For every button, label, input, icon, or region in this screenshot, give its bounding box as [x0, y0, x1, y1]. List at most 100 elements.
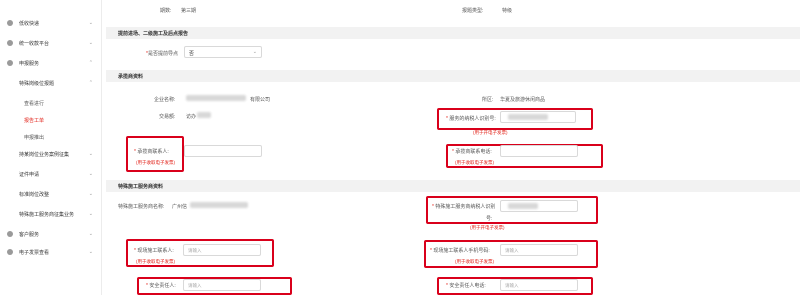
sidebar-item-label: 低收快递 [19, 21, 40, 27]
sidebar-item-customer[interactable]: 客户服务 ⌄ [0, 228, 102, 240]
chevron-down-icon: ⌄ [88, 151, 93, 157]
sidebar-item-view[interactable]: 查看进行 [0, 97, 102, 109]
chevron-down-icon: ⌄ [88, 171, 93, 177]
advance-select[interactable]: 否 ⌄ [184, 46, 262, 58]
vendor-taxid-hint: (用于开电子发票) [470, 225, 505, 230]
vendor-name-redacted [190, 202, 248, 208]
sidebar-item-label: 特殊岗级位报题 [19, 81, 55, 87]
section-header-vendor: 特殊施工服务商资料 [106, 180, 800, 192]
taxid-hint: (用于开电子发票) [473, 130, 508, 135]
period-value: 第三期 [181, 8, 197, 14]
chevron-up-icon: ⌃ [88, 80, 93, 86]
sidebar-item-vendor[interactable]: 特殊施工服务商征集业务 ⌄ [0, 208, 102, 220]
payment-icon [7, 40, 13, 46]
trade-label: 交易额: [159, 114, 176, 120]
trade-value: 访办 [186, 114, 197, 120]
taxid-redacted [508, 114, 548, 120]
section-title: 承揽商资料 [118, 74, 144, 80]
section-header-contractor: 承揽商资料 [106, 70, 800, 82]
section-title: 特殊施工服务商资料 [118, 184, 164, 190]
contact-label: * 承揽商联系人: [134, 149, 169, 155]
chevron-up-icon: ⌃ [88, 60, 93, 66]
site-contact-hint: (用于收取电子发票) [136, 259, 175, 264]
company-redacted [186, 95, 246, 101]
sidebar: 低收快递 ⌄ 统一收款平台 ⌄ 申报服务 ⌃ 特殊岗级位报题 ⌃ 查看进行 报告工单 申… [0, 0, 102, 295]
safety-input[interactable]: 请输入 [183, 279, 261, 291]
site-contact-label: * 现场施工联系人: [134, 248, 174, 254]
phone-hint: (用于收取电子发票) [455, 160, 494, 165]
chevron-down-icon: ⌄ [88, 191, 93, 197]
trade-redacted [197, 112, 211, 118]
safety-phone-label: * 安全责任人电话: [446, 283, 486, 289]
site-phone-label-text: 现场施工联系人手机号码: [433, 248, 490, 254]
vendor-taxid-redacted [508, 203, 538, 209]
section-title: 提前进场、二级施工及后点报告 [118, 31, 189, 37]
area-value: 华夏及旅游休闲商品 [500, 97, 546, 103]
sidebar-item-declare[interactable]: 申报服务 ⌃ [0, 57, 102, 69]
company-label: 企业名称: [154, 97, 176, 103]
chevron-down-icon: ⌄ [88, 231, 93, 237]
area-label: 所区: [482, 97, 494, 103]
sidebar-item-label: 持某岗位业务案例征集 [19, 152, 70, 158]
type-label: 报题类型: [462, 8, 484, 14]
advance-label-text: 是否提前导点 [147, 51, 178, 57]
site-contact-input[interactable]: 请输入 [183, 244, 261, 256]
contact-input[interactable] [184, 145, 262, 157]
sidebar-item-invoice[interactable]: 电子发票查看 ⌄ [0, 246, 102, 258]
vendor-name-value: 广州信 [172, 204, 188, 210]
section-header-advance: 提前进场、二级施工及后点报告 [106, 27, 800, 39]
safety-phone-input[interactable]: 请输入 [500, 279, 578, 291]
safety-label-text: 安全责任人: [149, 283, 176, 289]
site-phone-input[interactable]: 请输入 [500, 244, 578, 256]
safety-phone-label-text: 安全责任人电话: [449, 283, 486, 289]
customer-icon [7, 231, 13, 237]
express-icon [7, 20, 13, 26]
sidebar-item-exit[interactable]: 申报推出 [0, 131, 102, 143]
sidebar-item-label: 统一收款平台 [19, 41, 50, 47]
company-suffix: 有限公司 [250, 97, 271, 103]
chevron-down-icon: ⌄ [88, 20, 93, 26]
sidebar-item-special[interactable]: 特殊岗级位报题 ⌃ [0, 77, 102, 89]
sidebar-item-label: 申报服务 [19, 61, 40, 67]
site-phone-hint: (用于收取电子发票) [455, 259, 494, 264]
vendor-taxid-label-text: 特殊施工服务商纳税人识别 [435, 204, 496, 210]
taxid-label-text: 服务的纳税人识别号: [449, 116, 496, 122]
invoice-icon [7, 249, 13, 255]
sidebar-item-label: 申报推出 [24, 135, 45, 141]
contact-label-text: 承揽商联系人: [137, 149, 169, 155]
phone-label: * 承揽商联系电话: [452, 149, 492, 155]
safety-phone-placeholder: 请输入 [505, 283, 519, 288]
phone-input[interactable] [500, 145, 578, 157]
advance-label: *是否提前导点 [146, 50, 178, 57]
chevron-down-icon: ⌄ [252, 49, 257, 55]
chevron-down-icon: ⌄ [88, 249, 93, 255]
sidebar-item-collect[interactable]: 持某岗位业务案例征集 ⌄ [0, 148, 102, 160]
site-phone-label: * 现场施工联系人手机号码: [430, 248, 490, 254]
sidebar-item-report[interactable]: 报告工单 [0, 114, 102, 126]
vendor-name-label: 特殊施工服务商名称: [118, 204, 165, 210]
advance-select-value: 否 [189, 51, 195, 57]
chevron-down-icon: ⌄ [88, 211, 93, 217]
sidebar-item-cert[interactable]: 证件申请 ⌄ [0, 168, 102, 180]
vendor-taxid-label: * 特殊施工服务商纳税人识别 [432, 204, 496, 210]
type-value: 特级 [502, 8, 513, 14]
safety-label: * 安全责任人: [146, 283, 176, 289]
period-label: 期数: [160, 8, 172, 14]
sidebar-item-label: 标准岗位改整 [19, 192, 50, 198]
taxid-label: * 服务的纳税人识别号: [446, 116, 496, 122]
sidebar-item-label: 查看进行 [24, 101, 45, 107]
safety-placeholder: 请输入 [188, 283, 202, 288]
sidebar-item-label: 电子发票查看 [19, 250, 50, 256]
phone-label-text: 承揽商联系电话: [455, 149, 492, 155]
contact-hint: (用于收取电子发票) [136, 160, 175, 165]
chevron-down-icon: ⌄ [88, 40, 93, 46]
sidebar-item-express[interactable]: 低收快递 ⌄ [0, 17, 102, 29]
sidebar-item-label: 证件申请 [19, 172, 40, 178]
site-contact-placeholder: 请输入 [188, 248, 202, 253]
sidebar-item-adjust[interactable]: 标准岗位改整 ⌄ [0, 188, 102, 200]
sidebar-item-payment[interactable]: 统一收款平台 ⌄ [0, 37, 102, 49]
site-contact-label-text: 现场施工联系人: [137, 248, 174, 254]
sidebar-item-label: 报告工单 [24, 118, 45, 124]
vendor-taxid-label2: 号: [486, 216, 493, 222]
sidebar-item-label: 客户服务 [19, 232, 40, 238]
